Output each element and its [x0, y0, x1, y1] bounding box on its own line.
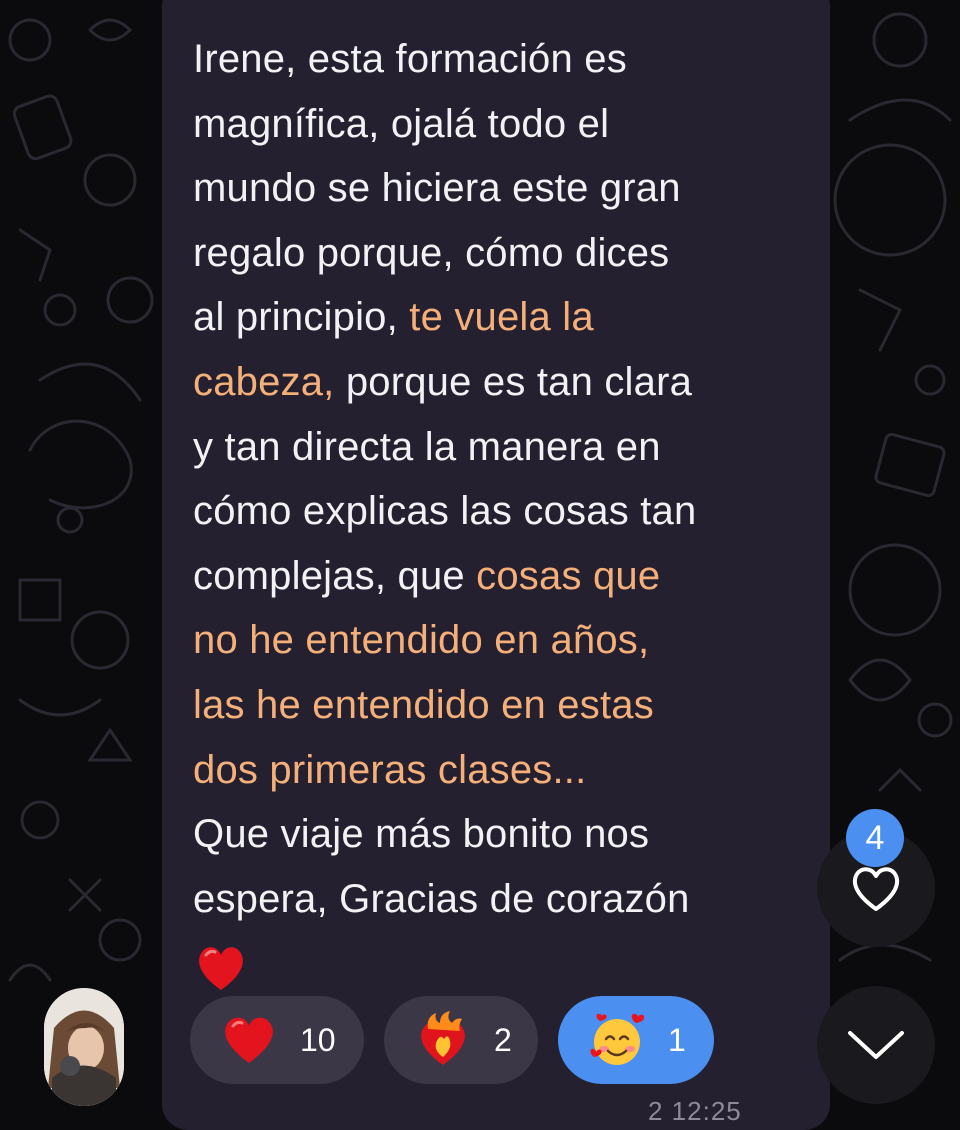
- message-text-segment: y tan directa la manera en: [193, 424, 661, 469]
- sender-avatar[interactable]: [44, 988, 124, 1106]
- message-text-segment: espera, Gracias de corazón: [193, 876, 690, 921]
- red-heart-icon: [225, 1017, 273, 1063]
- message-text: Irene, esta formación es magnífica, ojalá…: [193, 27, 813, 996]
- message-text-segment: regalo porque, cómo dices: [193, 230, 670, 275]
- chevron-down-icon: [848, 1031, 904, 1059]
- message-line: cómo explicas las cosas tan: [193, 479, 813, 544]
- message-text-segment: cómo explicas las cosas tan: [193, 489, 697, 534]
- message-text-segment: magnífica, ojalá todo el: [193, 101, 610, 146]
- avatar-photo: [44, 988, 124, 1106]
- highlighted-text: cosas que: [476, 553, 661, 598]
- reaction-heart-on-fire[interactable]: 2: [384, 996, 538, 1084]
- message-line: las he entendido en estas: [193, 673, 813, 738]
- highlighted-text: las he entendido en estas: [193, 682, 654, 727]
- message-line: magnífica, ojalá todo el: [193, 92, 813, 157]
- reaction-count: 10: [300, 1021, 336, 1058]
- heart-outline-icon: [852, 867, 900, 911]
- reaction-count: 2: [494, 1021, 512, 1058]
- message-line: cabeza, porque es tan clara: [193, 350, 813, 415]
- highlighted-text: te vuela la: [409, 295, 594, 340]
- reactions-bar: 10 2 1: [190, 996, 714, 1084]
- message-line: Irene, esta formación es: [193, 27, 813, 92]
- reaction-count: 1: [668, 1021, 686, 1058]
- message-text-segment: porque es tan clara: [334, 359, 693, 404]
- red-heart-emoji-icon: [199, 947, 243, 990]
- heart-on-fire-icon: [421, 1011, 465, 1065]
- message-line: dos primeras clases...: [193, 738, 813, 803]
- message-text-segment: mundo se hiciera este gran: [193, 166, 681, 211]
- message-line: y tan directa la manera en: [193, 415, 813, 480]
- message-text-segment: al principio,: [193, 295, 410, 340]
- highlighted-text: cabeza,: [193, 359, 335, 404]
- message-text-segment: Irene, esta formación es: [193, 37, 627, 81]
- scroll-down-button[interactable]: [817, 986, 935, 1104]
- message-line: espera, Gracias de corazón: [193, 867, 813, 932]
- smiling-face-with-hearts-icon: [590, 1013, 645, 1065]
- message-line: no he entendido en años,: [193, 608, 813, 673]
- highlighted-text: dos primeras clases...: [193, 747, 587, 792]
- message-line: complejas, que cosas que: [193, 544, 813, 609]
- highlighted-text: no he entendido en años,: [193, 618, 650, 663]
- message-time: 2 12:25: [648, 1096, 742, 1126]
- message-line: regalo porque, cómo dices: [193, 221, 813, 286]
- message-line: [193, 931, 813, 996]
- reaction-red-heart[interactable]: 10: [190, 996, 364, 1084]
- unread-reactions-badge: 4: [846, 809, 904, 867]
- message-line: al principio, te vuela la: [193, 285, 813, 350]
- message-text-segment: complejas, que: [193, 553, 477, 598]
- message-text-segment: Que viaje más bonito nos: [193, 812, 650, 857]
- message-line: Que viaje más bonito nos: [193, 802, 813, 867]
- reaction-smiling-face-with-hearts[interactable]: 1: [558, 996, 714, 1084]
- message-line: mundo se hiciera este gran: [193, 156, 813, 221]
